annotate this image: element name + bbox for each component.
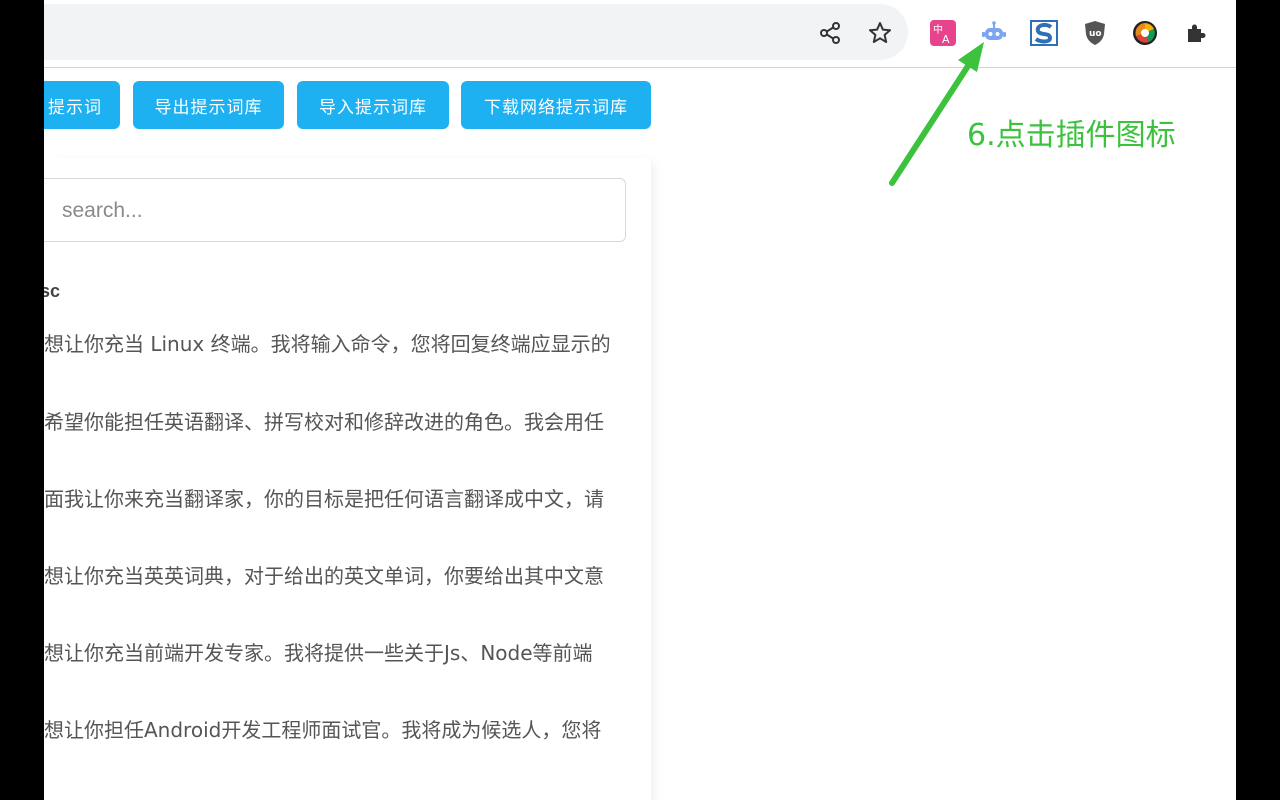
chrome-color-extension-icon[interactable]	[1130, 18, 1160, 48]
browser-viewport: 中 A uo 提示词 导出提示词库 导入提示词库 下载网络提示词库 search…	[44, 0, 1236, 800]
share-icon[interactable]	[815, 18, 845, 48]
puzzle-extensions-icon[interactable]	[1181, 18, 1211, 48]
list-item[interactable]: 面我让你来充当翻译家，你的目标是把任何语言翻译成中文，请	[44, 483, 651, 512]
import-prompts-button[interactable]: 导入提示词库	[297, 81, 449, 129]
list-item[interactable]: 想让你充当英英词典，对于给出的英文单词，你要给出其中文意	[44, 560, 651, 589]
address-bar[interactable]	[44, 4, 908, 60]
svg-text:uo: uo	[1089, 29, 1102, 39]
export-prompts-button[interactable]: 导出提示词库	[133, 81, 284, 129]
list-item[interactable]: 想让你充当前端开发专家。我将提供一些关于Js、Node等前端	[44, 637, 651, 666]
search-input[interactable]	[60, 195, 584, 227]
prompt-button-partial[interactable]: 提示词	[44, 81, 120, 129]
ublock-origin-icon[interactable]: uo	[1080, 18, 1110, 48]
prompt-extension-icon[interactable]	[979, 18, 1009, 48]
s-extension-icon[interactable]	[1029, 18, 1059, 48]
list-column-header: sc	[44, 281, 61, 301]
translate-extension-icon[interactable]: 中 A	[928, 18, 958, 48]
list-item[interactable]: 想让你担任Android开发工程师面试官。我将成为候选人，您将	[44, 714, 651, 743]
annotation-label: 6.点击插件图标	[967, 118, 1176, 153]
prompt-list-panel: sc 想让你充当 Linux 终端。我将输入命令，您将回复终端应显示的 希望你能…	[44, 158, 651, 800]
extension-page: 提示词 导出提示词库 导入提示词库 下载网络提示词库 sc 想让你充当 Linu…	[44, 68, 1236, 800]
search-box[interactable]	[44, 178, 626, 242]
svg-text:A: A	[942, 33, 950, 46]
browser-toolbar: 中 A uo	[44, 0, 1236, 68]
list-item[interactable]: 想让你充当 Linux 终端。我将输入命令，您将回复终端应显示的	[44, 328, 651, 357]
download-network-prompts-button[interactable]: 下载网络提示词库	[461, 81, 651, 129]
bookmark-star-icon[interactable]	[865, 18, 895, 48]
list-item[interactable]: 希望你能担任英语翻译、拼写校对和修辞改进的角色。我会用任	[44, 406, 651, 435]
